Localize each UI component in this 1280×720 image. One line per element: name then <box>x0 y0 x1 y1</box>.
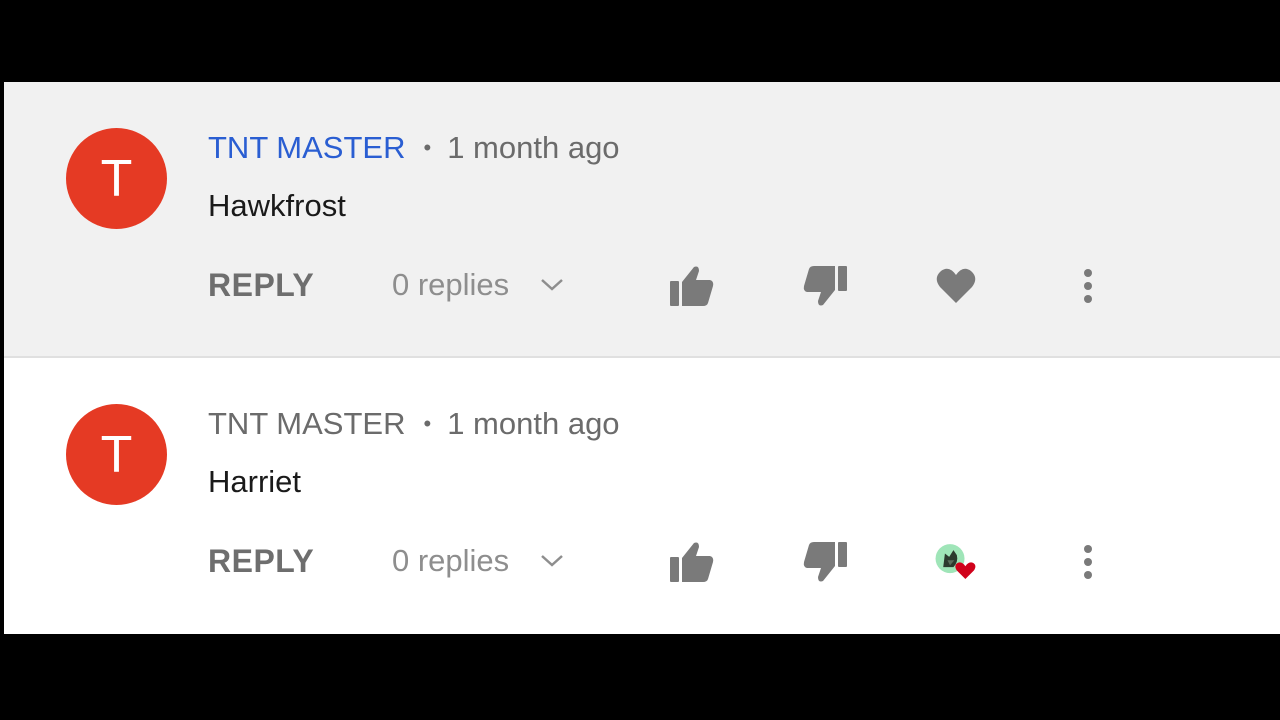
author-name-link[interactable]: TNT MASTER <box>208 406 406 442</box>
comment-text: Harriet <box>208 464 302 499</box>
comment-item: T TNT MASTER • 1 month ago Hawkfrost REP… <box>4 82 1280 358</box>
thumbs-down-icon[interactable] <box>802 539 848 585</box>
more-vert-icon[interactable] <box>1065 539 1111 585</box>
avatar-letter: T <box>100 425 133 484</box>
replies-count-label: 0 replies <box>392 543 510 578</box>
separator-dot: • <box>423 135 432 160</box>
chevron-down-icon <box>539 277 565 293</box>
thumbs-up-icon[interactable] <box>669 263 715 309</box>
thumbs-down-icon[interactable] <box>802 263 848 309</box>
comment-actions: REPLY 0 replies <box>208 538 1208 584</box>
avatar[interactable]: T <box>66 404 167 505</box>
thumbs-up-icon[interactable] <box>669 539 715 585</box>
reply-button[interactable]: REPLY <box>208 538 314 584</box>
replies-count-label: 0 replies <box>392 267 510 302</box>
reply-button[interactable]: REPLY <box>208 262 314 308</box>
comment-timestamp[interactable]: 1 month ago <box>447 130 619 166</box>
avatar-letter: T <box>100 149 133 208</box>
comment-item: T TNT MASTER • 1 month ago Harriet REPLY… <box>4 358 1280 633</box>
avatar[interactable]: T <box>66 128 167 229</box>
view-replies-button[interactable]: 0 replies <box>392 262 565 308</box>
heart-icon[interactable] <box>933 263 979 309</box>
view-replies-button[interactable]: 0 replies <box>392 538 565 584</box>
comment-timestamp[interactable]: 1 month ago <box>447 406 619 442</box>
author-name-link[interactable]: TNT MASTER <box>208 130 406 166</box>
comment-header: TNT MASTER • 1 month ago <box>208 404 620 444</box>
comment-text: Hawkfrost <box>208 188 346 223</box>
creator-heart-icon[interactable] <box>933 539 979 585</box>
separator-dot: • <box>423 411 432 436</box>
comment-actions: REPLY 0 replies <box>208 262 1208 308</box>
comments-panel: T TNT MASTER • 1 month ago Hawkfrost REP… <box>4 82 1280 634</box>
more-vert-icon[interactable] <box>1065 263 1111 309</box>
chevron-down-icon <box>539 553 565 569</box>
comment-header: TNT MASTER • 1 month ago <box>208 128 620 168</box>
